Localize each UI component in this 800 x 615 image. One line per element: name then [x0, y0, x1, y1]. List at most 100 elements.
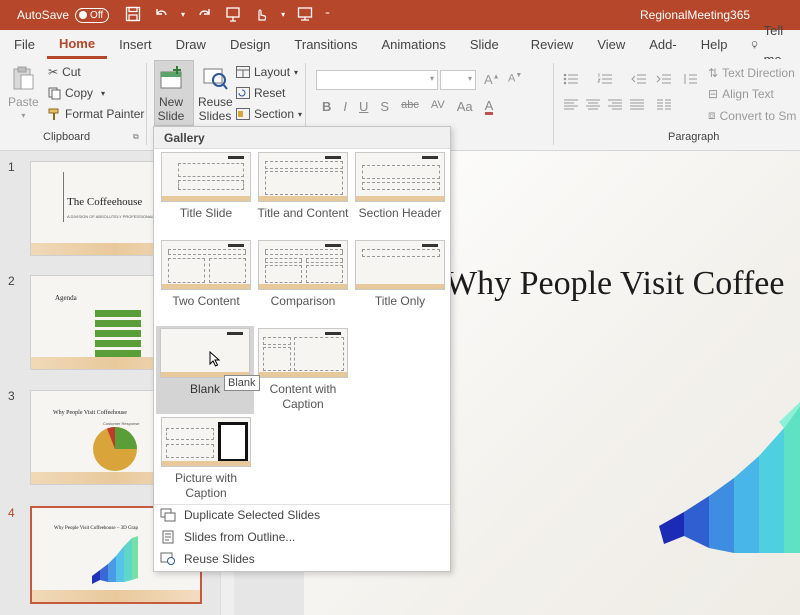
- text-direction-icon: ⇅: [708, 66, 719, 80]
- tab-design[interactable]: Design: [218, 30, 282, 59]
- undo-icon[interactable]: [153, 6, 169, 24]
- reuse-slides-button[interactable]: Reuse Slides: [198, 65, 233, 123]
- line-spacing-icon[interactable]: [682, 73, 698, 85]
- slideshow-icon[interactable]: [297, 6, 313, 24]
- autosave-state: Off: [90, 9, 104, 21]
- new-slide-icon: [160, 66, 182, 89]
- paste-label: Paste: [8, 95, 39, 109]
- font-color-button[interactable]: A: [484, 99, 494, 115]
- numbering-icon[interactable]: [597, 73, 613, 85]
- undo-dropdown-icon[interactable]: ▾: [181, 8, 185, 22]
- redo-icon[interactable]: [197, 6, 213, 24]
- tab-transitions[interactable]: Transitions: [282, 30, 369, 59]
- align-right-icon[interactable]: [607, 99, 623, 111]
- convert-smartart-button[interactable]: ⧈ Convert to Sm: [708, 108, 796, 123]
- tab-insert[interactable]: Insert: [107, 30, 164, 59]
- shadow-button[interactable]: S: [380, 99, 389, 115]
- reuse-slides-label: Reuse Slides: [198, 95, 233, 123]
- tab-help[interactable]: Help: [689, 30, 740, 59]
- layout-comparison[interactable]: Comparison: [255, 240, 351, 309]
- tab-file[interactable]: File: [0, 30, 47, 59]
- font-size-box[interactable]: ▾: [440, 70, 476, 90]
- layout-title-slide[interactable]: Title Slide: [158, 152, 254, 221]
- blank-tooltip: Blank: [224, 375, 260, 391]
- touch-dropdown-icon[interactable]: ▾: [281, 8, 285, 22]
- layout-title-only[interactable]: Title Only: [352, 240, 448, 309]
- autosave-toggle[interactable]: Off: [75, 7, 110, 23]
- duplicate-slides-label: Duplicate Selected Slides: [184, 508, 321, 522]
- layout-preview: [258, 240, 348, 290]
- format-painter-button[interactable]: Format Painter: [48, 107, 144, 121]
- tab-add-ins[interactable]: Add-ins: [637, 30, 688, 81]
- tab-animations[interactable]: Animations: [370, 30, 458, 59]
- section-label: Section: [254, 107, 295, 121]
- touch-mode-icon[interactable]: [253, 6, 269, 24]
- clipboard-group-label: Clipboard: [43, 131, 91, 143]
- underline-button[interactable]: U: [359, 99, 368, 115]
- layout-button[interactable]: Layout ▾: [236, 65, 298, 79]
- character-spacing-button[interactable]: AV: [431, 99, 445, 115]
- customize-qat-icon[interactable]: ⁼: [325, 8, 330, 22]
- save-icon[interactable]: [125, 6, 141, 24]
- paste-button[interactable]: Paste ▾: [8, 65, 39, 123]
- layout-title-and-content[interactable]: Title and Content: [255, 152, 351, 221]
- strikethrough-button[interactable]: abc: [401, 99, 419, 115]
- layout-preview: [355, 152, 445, 202]
- title-rule: [63, 172, 64, 222]
- font-format-row: B I U S abc AV Aa A: [322, 99, 494, 115]
- align-center-icon[interactable]: [585, 99, 601, 111]
- increase-indent-icon[interactable]: [656, 73, 672, 85]
- slide-1-title: The Coffeehouse: [67, 196, 143, 208]
- italic-button[interactable]: I: [343, 99, 347, 115]
- increase-font-icon[interactable]: A▲: [484, 72, 500, 87]
- new-slide-button[interactable]: New Slide: [156, 65, 186, 123]
- layout-blank[interactable]: Blank: [156, 326, 254, 414]
- copy-button[interactable]: Copy ▾: [48, 86, 105, 100]
- layout-label: Two Content: [172, 294, 240, 308]
- paste-dropdown-icon: ▾: [21, 111, 26, 120]
- layout-label: Comparison: [270, 294, 336, 308]
- tell-me-search[interactable]: Tell me: [739, 23, 800, 67]
- tab-view[interactable]: View: [585, 30, 637, 59]
- align-text-button[interactable]: ⊟ Align Text: [708, 87, 774, 101]
- new-slide-label: New Slide: [157, 95, 185, 123]
- layout-preview: [161, 240, 251, 290]
- layout-label: Content with Caption: [269, 382, 337, 411]
- clipboard-launcher-icon[interactable]: ⧉: [133, 132, 139, 142]
- tab-review[interactable]: Review: [519, 30, 586, 59]
- text-direction-button[interactable]: ⇅ Text Direction: [708, 66, 795, 80]
- decrease-indent-icon[interactable]: [631, 73, 647, 85]
- section-button[interactable]: Section ▾: [236, 107, 302, 121]
- align-text-label: Align Text: [722, 87, 774, 101]
- reuse-slides-command[interactable]: Reuse Slides: [154, 548, 450, 570]
- justify-icon[interactable]: [629, 99, 645, 111]
- align-left-icon[interactable]: [563, 99, 579, 111]
- cut-button[interactable]: ✂ Cut: [48, 65, 81, 79]
- change-case-button[interactable]: Aa: [457, 99, 473, 115]
- layout-label: Title Slide: [179, 206, 233, 220]
- layout-preview: [161, 152, 251, 202]
- bold-button[interactable]: B: [322, 99, 331, 115]
- duplicate-slides-command[interactable]: Duplicate Selected Slides: [154, 504, 450, 526]
- layout-picture-with-caption[interactable]: Picture with Caption: [158, 417, 254, 501]
- bullets-icon[interactable]: [563, 73, 579, 85]
- present-from-beginning-icon[interactable]: [225, 6, 241, 24]
- layout-section-header[interactable]: Section Header: [352, 152, 448, 221]
- tab-draw[interactable]: Draw: [164, 30, 218, 59]
- copy-dropdown-icon: ▾: [101, 88, 106, 98]
- layout-preview: [258, 328, 348, 378]
- tab-home[interactable]: Home: [46, 30, 108, 59]
- columns-icon[interactable]: [656, 99, 672, 111]
- slides-from-outline-command[interactable]: Slides from Outline...: [154, 526, 450, 548]
- layout-two-content[interactable]: Two Content: [158, 240, 254, 309]
- reset-button[interactable]: Reset: [236, 86, 285, 100]
- tab-slide-show[interactable]: Slide Show: [458, 30, 519, 81]
- slide-title[interactable]: Why People Visit Coffee: [445, 265, 785, 303]
- duplicate-slides-icon: [160, 508, 176, 522]
- font-size-dropdown-icon: ▾: [467, 74, 472, 83]
- layout-content-with-caption[interactable]: Content with Caption: [255, 328, 351, 412]
- copy-icon: [48, 87, 61, 99]
- paste-icon: [13, 66, 34, 90]
- font-name-box[interactable]: ▾: [316, 70, 438, 90]
- decrease-font-icon[interactable]: A▼: [508, 72, 522, 85]
